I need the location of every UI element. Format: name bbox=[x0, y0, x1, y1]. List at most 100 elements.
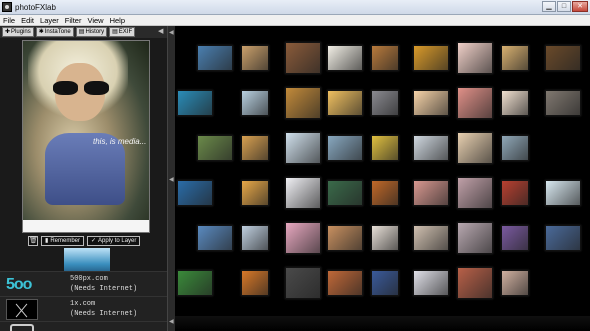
gallery-thumbnail[interactable] bbox=[501, 90, 529, 116]
close-button[interactable]: ✕ bbox=[572, 1, 588, 12]
title-bar: photoFXlab ▁ □ ✕ bbox=[0, 0, 590, 15]
gallery-thumbnail[interactable] bbox=[413, 45, 449, 71]
gallery-thumbnail[interactable] bbox=[241, 90, 269, 116]
gallery-thumbnail[interactable] bbox=[545, 180, 581, 206]
gallery-thumbnail[interactable] bbox=[241, 45, 269, 71]
window-controls: ▁ □ ✕ bbox=[542, 1, 588, 12]
gallery-thumbnail[interactable] bbox=[241, 135, 269, 161]
gallery-thumbnail[interactable] bbox=[545, 45, 581, 71]
minimize-button[interactable]: ▁ bbox=[542, 1, 556, 12]
gallery-thumbnail[interactable] bbox=[413, 225, 449, 251]
gallery-thumbnail[interactable] bbox=[371, 180, 399, 206]
gallery-thumbnail[interactable] bbox=[177, 180, 213, 206]
source-name: 500px.com bbox=[70, 275, 108, 283]
gallery-thumbnail[interactable] bbox=[197, 225, 233, 251]
gallery-thumbnail[interactable] bbox=[177, 270, 213, 296]
gallery-thumbnail[interactable] bbox=[241, 225, 269, 251]
panel-tab-bar: ✚ Plugins ✱ InstaTone ▤ History ▤ EXIF ◀ bbox=[0, 26, 167, 38]
500px-logo: 5oo bbox=[6, 276, 32, 293]
remember-button[interactable]: ▮ Remember bbox=[41, 235, 84, 246]
gallery-thumbnail[interactable] bbox=[413, 180, 449, 206]
gallery-thumbnail[interactable] bbox=[327, 45, 363, 71]
gallery-thumbnail[interactable] bbox=[371, 225, 399, 251]
gallery-thumbnail[interactable] bbox=[501, 225, 529, 251]
trash-icon[interactable]: 🗑 bbox=[28, 235, 38, 246]
gallery-thumbnail[interactable] bbox=[285, 42, 321, 74]
gallery-thumbnail[interactable] bbox=[457, 177, 493, 209]
gallery-thumbnail[interactable] bbox=[457, 87, 493, 119]
history-icon: ▤ bbox=[78, 29, 85, 35]
gallery-thumbnail[interactable] bbox=[501, 270, 529, 296]
panel-splitter[interactable]: ◀ ◀ ◀ bbox=[167, 26, 175, 331]
gallery-thumbnail[interactable] bbox=[501, 45, 529, 71]
gallery-thumbnail[interactable] bbox=[457, 267, 493, 299]
tab-exif[interactable]: ▤ EXIF bbox=[109, 27, 136, 37]
apply-label: Apply to Layer bbox=[98, 237, 137, 244]
app-icon bbox=[2, 2, 12, 12]
gallery-thumbnail[interactable] bbox=[197, 45, 233, 71]
tone-icon: ✱ bbox=[38, 29, 44, 35]
gallery-thumbnail[interactable] bbox=[371, 45, 399, 71]
preview-action-bar: 🗑 ▮ Remember ✓ Apply to Layer bbox=[28, 235, 148, 246]
menu-file[interactable]: File bbox=[3, 16, 15, 25]
gallery-thumbnail[interactable] bbox=[371, 270, 399, 296]
tab-exif-label: EXIF bbox=[118, 29, 133, 35]
gallery-thumbnail[interactable] bbox=[457, 42, 493, 74]
gallery-thumbnail[interactable] bbox=[457, 222, 493, 254]
gallery-thumbnail[interactable] bbox=[457, 132, 493, 164]
gallery-thumbnail[interactable] bbox=[327, 225, 363, 251]
preview-caption: this, is media... bbox=[93, 137, 147, 146]
gallery-thumbnail[interactable] bbox=[545, 225, 581, 251]
menu-help[interactable]: Help bbox=[110, 16, 125, 25]
source-note: (Needs Internet) bbox=[70, 285, 138, 293]
tab-instatone[interactable]: ✱ InstaTone bbox=[35, 27, 74, 37]
gallery-thumbnail[interactable] bbox=[501, 180, 529, 206]
maximize-button[interactable]: □ bbox=[557, 1, 571, 12]
menu-edit[interactable]: Edit bbox=[21, 16, 34, 25]
source-row-1x[interactable]: 1x.com (Needs Internet) bbox=[0, 296, 167, 321]
tab-plugins[interactable]: ✚ Plugins bbox=[2, 27, 34, 37]
gallery-thumbnail[interactable] bbox=[413, 135, 449, 161]
gallery-thumbnail[interactable] bbox=[327, 270, 363, 296]
menu-filter[interactable]: Filter bbox=[65, 16, 82, 25]
source-row-camera[interactable] bbox=[0, 321, 167, 331]
photo-gallery-grid bbox=[175, 26, 590, 331]
apply-to-layer-button[interactable]: ✓ Apply to Layer bbox=[87, 235, 141, 246]
gallery-thumbnail[interactable] bbox=[241, 180, 269, 206]
gallery-thumbnail[interactable] bbox=[285, 87, 321, 119]
plugin-preview-image: this, is media... bbox=[22, 40, 150, 233]
preview-frame-border bbox=[23, 220, 149, 232]
gallery-thumbnail[interactable] bbox=[285, 267, 321, 299]
puzzle-icon: ✚ bbox=[5, 29, 11, 35]
tab-scroll-left-icon[interactable]: ◀ bbox=[158, 27, 165, 36]
tab-plugins-label: Plugins bbox=[11, 29, 31, 35]
gallery-thumbnail[interactable] bbox=[413, 90, 449, 116]
gallery-thumbnail[interactable] bbox=[285, 177, 321, 209]
source-row-500px[interactable]: 5oo 500px.com (Needs Internet) bbox=[0, 271, 167, 296]
menu-view[interactable]: View bbox=[87, 16, 103, 25]
gallery-thumbnail[interactable] bbox=[371, 135, 399, 161]
gallery-thumbnail[interactable] bbox=[327, 180, 363, 206]
gallery-thumbnail[interactable] bbox=[327, 90, 363, 116]
exif-icon: ▤ bbox=[112, 29, 118, 35]
menu-bar: File Edit Layer Filter View Help bbox=[0, 15, 590, 26]
remember-label: Remember bbox=[50, 237, 80, 244]
menu-layer[interactable]: Layer bbox=[40, 16, 59, 25]
left-panel: ✚ Plugins ✱ InstaTone ▤ History ▤ EXIF ◀… bbox=[0, 26, 167, 331]
tab-instatone-label: InstaTone bbox=[44, 29, 71, 35]
window-title: photoFXlab bbox=[15, 2, 56, 12]
tab-history[interactable]: ▤ History bbox=[75, 27, 108, 37]
gallery-thumbnail[interactable] bbox=[413, 270, 449, 296]
gallery-thumbnail[interactable] bbox=[285, 132, 321, 164]
gallery-thumbnail[interactable] bbox=[177, 90, 213, 116]
gallery-reflection bbox=[175, 316, 590, 331]
gallery-thumbnail[interactable] bbox=[197, 135, 233, 161]
camera-icon bbox=[10, 324, 34, 331]
tab-history-label: History bbox=[85, 29, 105, 35]
gallery-thumbnail[interactable] bbox=[327, 135, 363, 161]
gallery-thumbnail[interactable] bbox=[241, 270, 269, 296]
gallery-thumbnail[interactable] bbox=[545, 90, 581, 116]
gallery-thumbnail[interactable] bbox=[501, 135, 529, 161]
gallery-thumbnail[interactable] bbox=[285, 222, 321, 254]
gallery-thumbnail[interactable] bbox=[371, 90, 399, 116]
